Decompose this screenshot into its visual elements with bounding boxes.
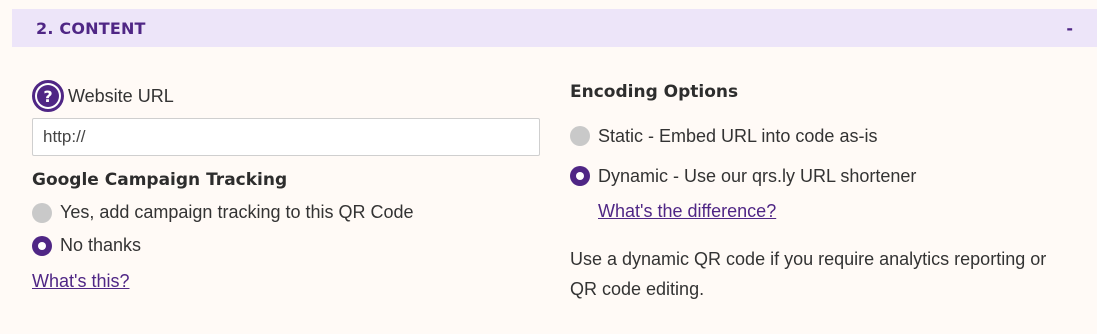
help-icon-glyph: ? [37, 85, 59, 107]
campaign-tracking-no-option[interactable]: No thanks [32, 229, 542, 262]
radio-dot [38, 241, 46, 250]
encoding-static-option[interactable]: Static - Embed URL into code as-is [570, 116, 1090, 156]
help-icon[interactable]: ? [32, 80, 64, 112]
campaign-tracking-options: Yes, add campaign tracking to this QR Co… [32, 196, 542, 262]
encoding-options: Static - Embed URL into code as-is Dynam… [570, 116, 1090, 196]
radio-unselected-icon[interactable] [570, 126, 590, 146]
radio-unselected-icon[interactable] [32, 202, 52, 223]
radio-label: Dynamic - Use our qrs.ly URL shortener [598, 165, 917, 186]
encoding-options-heading: Encoding Options [570, 82, 739, 102]
radio-label: No thanks [60, 235, 142, 255]
website-url-label: Website URL [68, 85, 174, 106]
website-url-input[interactable] [32, 118, 540, 156]
content-left-column: ? Website URL Google Campaign Tracking Y… [32, 80, 542, 292]
collapse-toggle[interactable]: - [1066, 19, 1073, 38]
help-icon-ring: ? [35, 83, 61, 109]
whats-the-difference-link[interactable]: What's the difference? [598, 201, 776, 222]
radio-label: Static - Embed URL into code as-is [598, 125, 878, 146]
dynamic-code-note: Use a dynamic QR code if you require ana… [570, 249, 1047, 299]
whats-this-link[interactable]: What's this? [32, 271, 129, 292]
url-label-row: ? Website URL [32, 80, 542, 112]
encoding-dynamic-option[interactable]: Dynamic - Use our qrs.ly URL shortener [570, 156, 1090, 196]
content-right-column: Encoding Options Static - Embed URL into… [570, 80, 1090, 304]
radio-label: Yes, add campaign tracking to this QR Co… [60, 202, 414, 222]
section-title: 2. CONTENT [36, 18, 146, 38]
radio-selected-icon[interactable] [32, 235, 52, 256]
section-header[interactable]: 2. CONTENT - [12, 9, 1097, 47]
radio-selected-icon[interactable] [570, 166, 590, 186]
campaign-tracking-heading: Google Campaign Tracking [32, 170, 288, 190]
radio-dot [576, 172, 584, 180]
campaign-tracking-yes-option[interactable]: Yes, add campaign tracking to this QR Co… [32, 196, 542, 229]
